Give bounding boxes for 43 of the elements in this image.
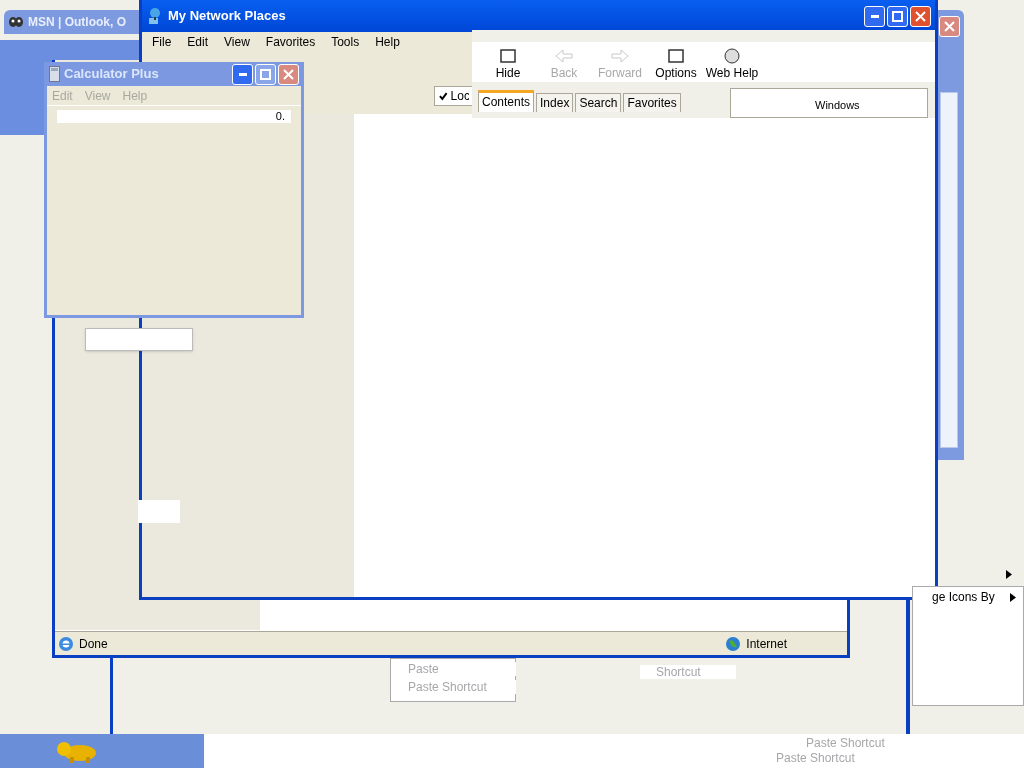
toolbar-button[interactable]: Options — [648, 48, 704, 82]
max-button[interactable] — [887, 5, 908, 27]
toolbar-button[interactable]: Web Help — [704, 48, 760, 82]
calculator-icon — [49, 66, 60, 82]
menu-item[interactable]: Edit — [187, 33, 209, 51]
close-button[interactable] — [939, 16, 960, 37]
status-text: Done — [79, 635, 108, 653]
forward-arrow-icon — [610, 48, 630, 64]
panel-icon — [498, 48, 518, 64]
checkbox-item[interactable]: Loc — [434, 86, 474, 106]
toolbar-button[interactable]: Hide — [480, 48, 536, 82]
window-title: Calculator Plus — [64, 65, 159, 84]
close-icon — [915, 10, 926, 22]
ie-icon — [58, 635, 74, 652]
window-title: MSN | Outlook, O — [28, 14, 127, 31]
tab[interactable]: Favorites — [623, 93, 681, 112]
menu-item[interactable]: File — [152, 33, 172, 51]
min-button[interactable] — [864, 5, 885, 27]
close-button[interactable] — [278, 63, 299, 85]
window-title: My Network Places — [168, 7, 286, 26]
back-arrow-icon — [554, 48, 574, 64]
minimize-icon — [870, 14, 879, 18]
maximize-icon — [260, 68, 271, 80]
close-icon — [944, 21, 955, 32]
menu-item[interactable]: Tools — [331, 33, 360, 51]
scrollbar[interactable] — [940, 92, 958, 448]
max-button[interactable] — [255, 63, 276, 85]
menu-item[interactable]: Help — [375, 33, 400, 51]
close-button[interactable] — [910, 5, 931, 27]
menu-item[interactable]: Favorites — [265, 33, 316, 51]
maximize-icon — [892, 10, 903, 22]
calculator-display: 0. — [57, 110, 291, 123]
tab[interactable]: Search — [575, 93, 622, 112]
tab[interactable]: Contents — [478, 90, 535, 112]
min-button[interactable] — [232, 63, 253, 85]
tab[interactable]: Index — [536, 93, 574, 112]
logo-text: Windows — [815, 98, 860, 113]
close-icon — [283, 68, 294, 80]
submenu-arrow-icon — [1010, 592, 1016, 602]
minimize-icon — [238, 72, 247, 76]
menu-item[interactable]: View — [224, 33, 250, 51]
zone-text: Internet — [746, 635, 787, 653]
submenu-arrow-icon — [1006, 570, 1012, 579]
